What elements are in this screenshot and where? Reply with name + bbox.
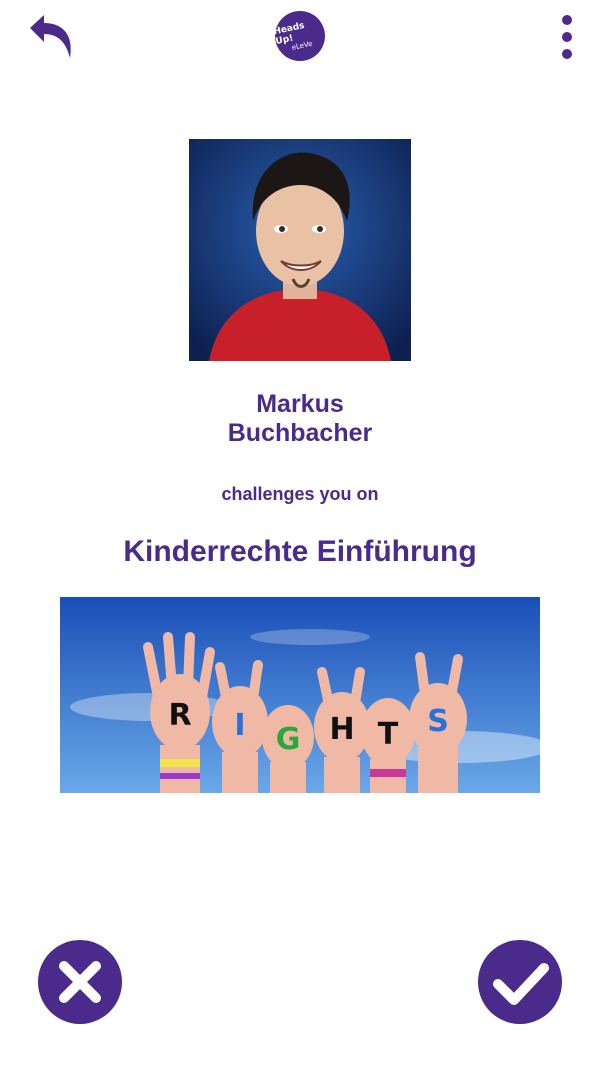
topic-image: R I G H T S — [60, 597, 540, 793]
challenger-last-name: Buchbacher — [227, 419, 373, 447]
topic-image-letter: I — [234, 708, 245, 743]
app-logo: Heads Up! eLeVe — [270, 6, 330, 66]
menu-dot — [562, 15, 572, 26]
topic-image-letter: R — [168, 698, 191, 733]
accept-button[interactable] — [478, 940, 562, 1024]
topic-image-letter: S — [427, 704, 449, 739]
menu-dot — [562, 48, 572, 59]
avatar-photo — [189, 139, 411, 361]
menu-dot — [562, 31, 572, 42]
topic-title: Kinderrechte Einführung — [123, 535, 477, 568]
challenger-first-name: Markus — [256, 390, 344, 418]
topic-image-letter: G — [276, 722, 301, 757]
topic-image-letter: T — [378, 717, 399, 752]
challenge-text: challenges you on — [221, 484, 379, 504]
topic-image-letter: H — [329, 712, 354, 747]
back-arrow-icon — [30, 15, 71, 58]
more-options-button[interactable] — [554, 10, 580, 64]
top-bar: Heads Up! eLeVe — [0, 0, 600, 80]
challenger-name: Markus Buchbacher — [150, 390, 450, 448]
close-icon — [59, 961, 101, 1003]
topic-photo: R I G H T S — [60, 597, 540, 793]
checkmark-icon — [493, 963, 549, 1005]
decline-button[interactable] — [38, 940, 122, 1024]
challenger-avatar — [189, 139, 411, 361]
back-button[interactable] — [24, 10, 80, 66]
